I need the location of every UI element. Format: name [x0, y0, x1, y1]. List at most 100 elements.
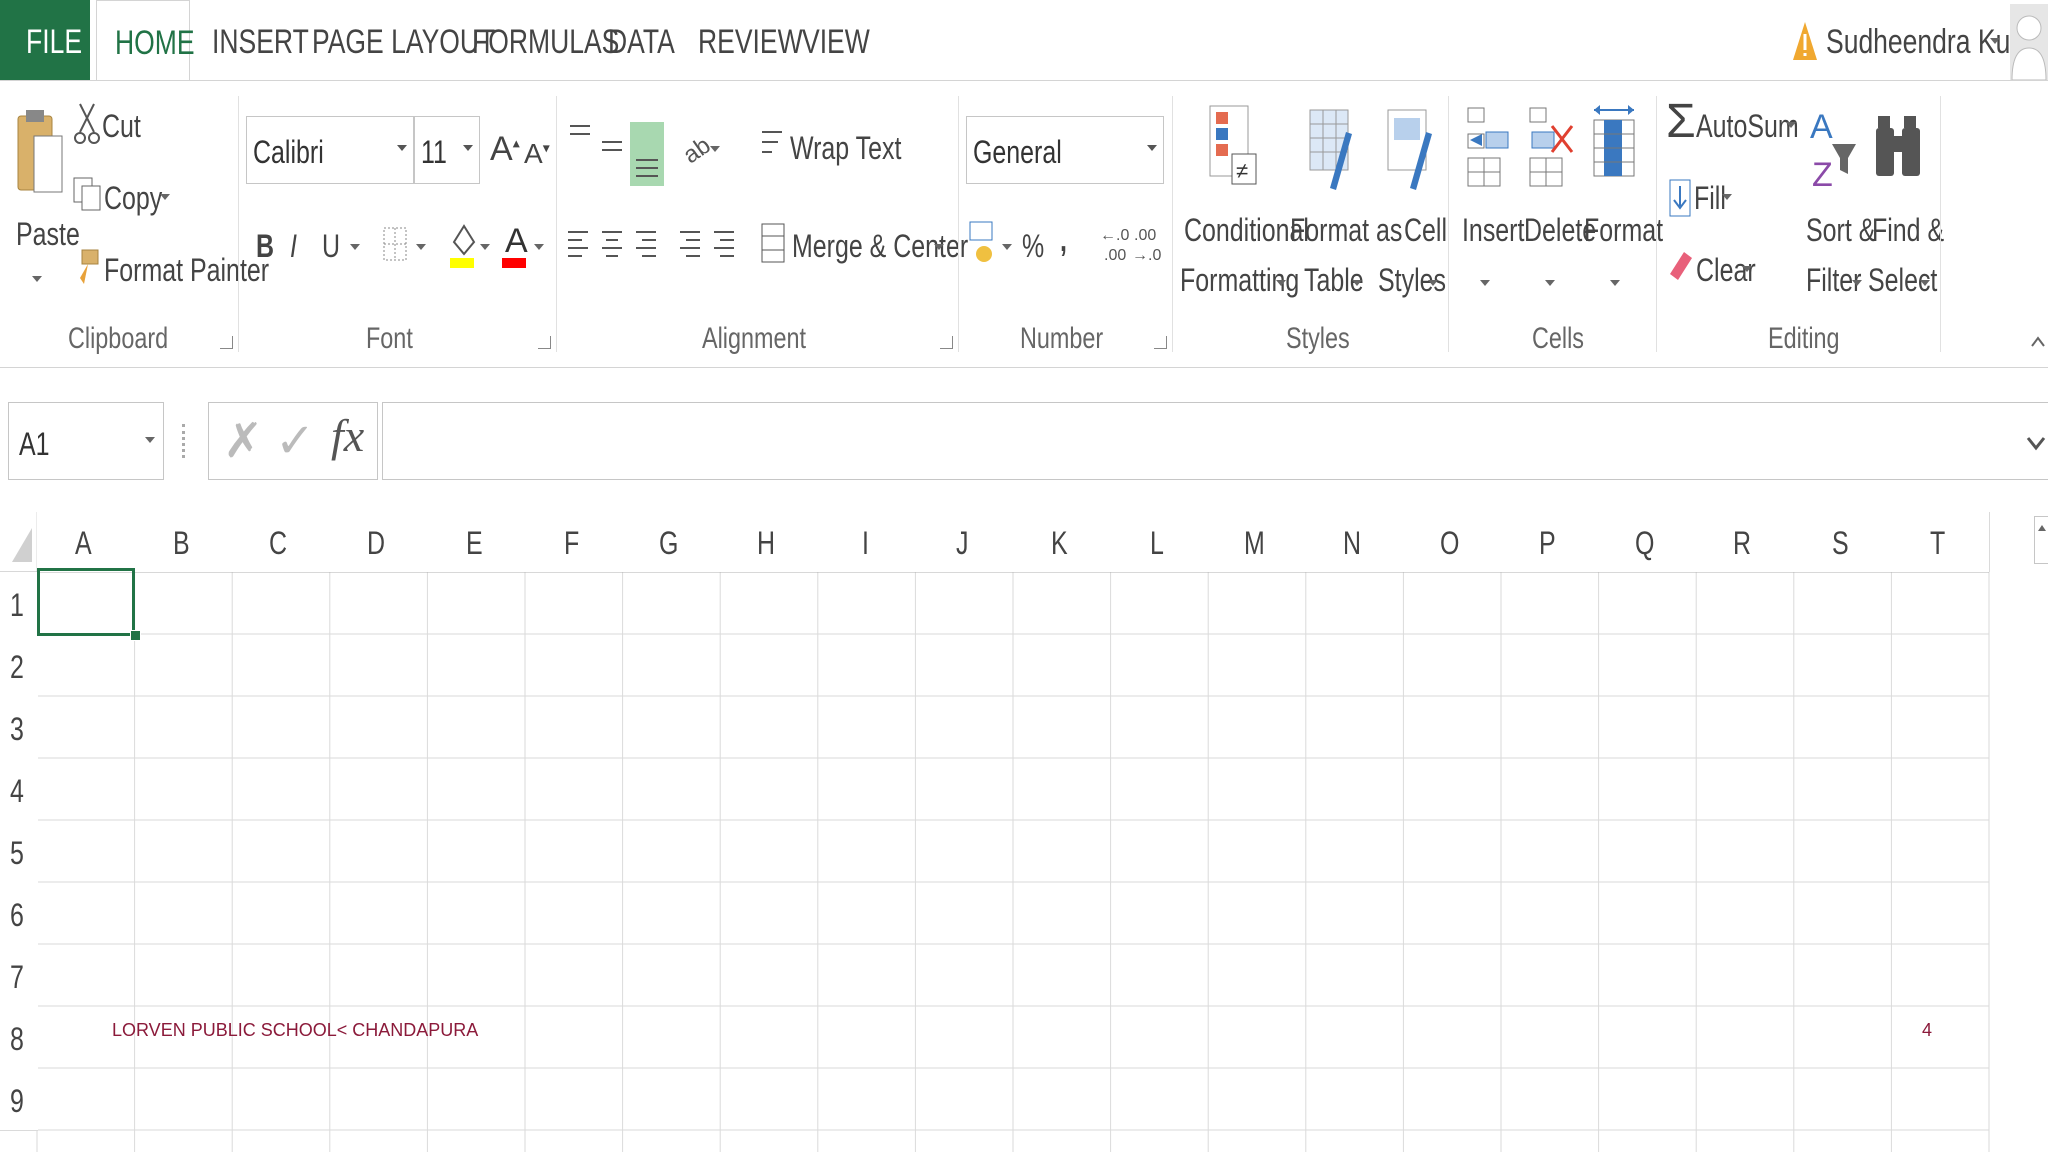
row-header-4[interactable]: 4 [0, 758, 38, 821]
row-header-3[interactable]: 3 [0, 696, 38, 759]
format-painter-button[interactable]: Format Painter [104, 252, 316, 289]
format-cells-dropdown-icon[interactable] [1610, 280, 1620, 286]
increase-font-icon[interactable]: A▴ [490, 130, 520, 169]
select-all-corner[interactable] [8, 524, 34, 564]
font-family-select[interactable]: Calibri [246, 116, 414, 184]
clipboard-launcher-icon[interactable] [220, 336, 233, 349]
fill-handle[interactable] [130, 630, 141, 641]
cell-styles-label-2[interactable]: Styles [1378, 262, 1465, 299]
underline-dropdown-icon[interactable] [350, 244, 360, 250]
paste-dropdown-icon[interactable] [32, 276, 42, 282]
vertical-align-icons[interactable] [568, 122, 664, 186]
font-color-dropdown-icon[interactable] [534, 244, 544, 250]
fill-color-icon[interactable] [448, 218, 476, 270]
formula-bar-splitter[interactable] [182, 424, 189, 458]
wrap-text-button[interactable]: Wrap Text [790, 130, 933, 167]
accounting-dropdown-icon[interactable] [1002, 244, 1012, 250]
user-dropdown-icon[interactable] [1990, 38, 2000, 44]
borders-dropdown-icon[interactable] [416, 244, 426, 250]
find-select-button[interactable]: Find & [1872, 212, 1964, 249]
row-header-1[interactable]: 1 [0, 572, 38, 635]
underline-button[interactable]: U [322, 228, 345, 265]
column-header-k[interactable]: K [1013, 512, 1112, 572]
find-select-label-2[interactable]: Select [1868, 262, 1957, 299]
tab-home[interactable]: HOME [96, 0, 195, 81]
insert-function-icon[interactable]: fx [331, 409, 364, 462]
number-launcher-icon[interactable] [1154, 336, 1167, 349]
font-launcher-icon[interactable] [538, 336, 551, 349]
column-header-t[interactable]: T [1891, 512, 1990, 572]
percent-button[interactable]: % [1022, 228, 1050, 265]
number-format-select[interactable]: General [966, 116, 1164, 184]
orientation-dropdown-icon[interactable] [710, 146, 720, 152]
row-header-9[interactable]: 9 [0, 1068, 38, 1131]
delete-cells-dropdown-icon[interactable] [1545, 280, 1555, 286]
merge-center-dropdown-icon[interactable] [934, 244, 944, 250]
column-header-g[interactable]: G [622, 512, 722, 572]
row-header-6[interactable]: 6 [0, 882, 38, 945]
formula-input[interactable] [382, 402, 2048, 480]
column-header-q[interactable]: Q [1598, 512, 1698, 572]
column-header-m[interactable]: M [1208, 512, 1307, 572]
column-header-d[interactable]: D [329, 512, 429, 572]
decrease-font-icon[interactable]: A▾ [524, 138, 550, 170]
conditional-formatting-dropdown-icon[interactable] [1276, 280, 1286, 286]
insert-cells-dropdown-icon[interactable] [1480, 280, 1490, 286]
horizontal-align-icons[interactable] [566, 226, 746, 266]
expand-formula-bar-icon[interactable] [2026, 434, 2046, 454]
cell-t8[interactable]: 4 [1922, 1020, 1932, 1041]
fill-color-dropdown-icon[interactable] [480, 244, 490, 250]
column-header-b[interactable]: B [134, 512, 234, 572]
find-select-dropdown-icon[interactable] [1920, 280, 1930, 286]
column-header-p[interactable]: P [1501, 512, 1600, 572]
cancel-icon[interactable]: ✗ [223, 413, 263, 469]
cell-styles-dropdown-icon[interactable] [1428, 280, 1438, 286]
user-avatar[interactable] [2010, 4, 2048, 80]
column-header-i[interactable]: I [817, 512, 917, 572]
bold-button[interactable]: B [256, 228, 279, 265]
cell-a8[interactable]: LORVEN PUBLIC SCHOOL< CHANDAPURA [112, 1020, 478, 1041]
column-header-n[interactable]: N [1305, 512, 1405, 572]
italic-button[interactable]: I [290, 228, 299, 265]
column-header-h[interactable]: H [720, 512, 819, 572]
column-header-o[interactable]: O [1403, 512, 1502, 572]
column-header-s[interactable]: S [1793, 512, 1893, 572]
cut-button[interactable]: Cut [102, 108, 152, 145]
accounting-format-icon[interactable] [968, 220, 1000, 270]
autosum-dropdown-icon[interactable] [1786, 122, 1796, 128]
collapse-ribbon-icon[interactable] [2030, 332, 2046, 352]
decimal-icons[interactable]: ←.0 .00 .00 →.0 [1098, 220, 1164, 268]
name-box[interactable]: A1 [8, 402, 164, 480]
vertical-scrollbar-up[interactable] [2034, 516, 2048, 564]
row-header-5[interactable]: 5 [0, 820, 38, 883]
paste-icon[interactable] [14, 104, 66, 196]
row-header-8[interactable]: 8 [0, 1006, 38, 1069]
format-as-table-label-2[interactable]: Table [1304, 262, 1381, 299]
column-header-f[interactable]: F [525, 512, 624, 572]
column-header-r[interactable]: R [1696, 512, 1795, 572]
tab-data[interactable]: DATA [608, 0, 694, 80]
alignment-launcher-icon[interactable] [940, 336, 953, 349]
worksheet-grid[interactable] [0, 512, 2048, 1152]
column-header-e[interactable]: E [427, 512, 526, 572]
column-header-c[interactable]: C [232, 512, 331, 572]
font-color-icon[interactable]: A [500, 218, 528, 270]
clear-dropdown-icon[interactable] [1742, 266, 1752, 272]
format-as-table-dropdown-icon[interactable] [1352, 280, 1362, 286]
comma-button[interactable]: , [1060, 222, 1069, 259]
column-header-j[interactable]: J [915, 512, 1014, 572]
clear-button[interactable]: Clear [1696, 252, 1772, 289]
sort-filter-dropdown-icon[interactable] [1852, 280, 1862, 286]
enter-icon[interactable]: ✓ [275, 413, 315, 469]
fill-dropdown-icon[interactable] [1722, 194, 1732, 200]
tab-file[interactable]: FILE [0, 0, 90, 80]
column-header-a[interactable]: A [37, 512, 136, 572]
font-size-select[interactable]: 11 [414, 116, 480, 184]
column-header-l[interactable]: L [1110, 512, 1210, 572]
row-header-7[interactable]: 7 [0, 944, 38, 1007]
copy-dropdown-icon[interactable] [160, 194, 170, 200]
selected-cell-a1[interactable] [37, 568, 135, 636]
tab-view[interactable]: VIEW [802, 0, 889, 80]
sort-filter-label-2[interactable]: Filter [1806, 262, 1877, 299]
cell-styles-button[interactable]: Cell [1404, 212, 1459, 249]
